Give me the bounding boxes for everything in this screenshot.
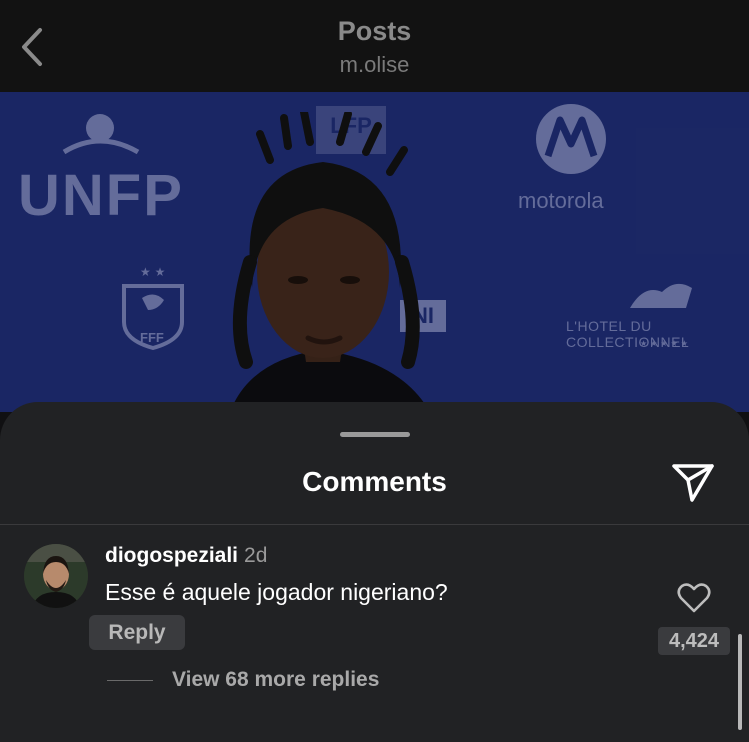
photo-dim-overlay (0, 92, 749, 412)
comments-sheet: Comments diogospeziali 2d Esse é aquele j… (0, 402, 749, 742)
page-subtitle-username[interactable]: m.olise (0, 52, 749, 78)
like-count: 4,424 (658, 627, 730, 655)
comment-username[interactable]: diogospeziali (105, 544, 238, 567)
top-bar: Posts m.olise (0, 0, 749, 92)
avatar-photo (24, 544, 88, 608)
header-divider (0, 524, 749, 525)
share-send-icon[interactable] (670, 460, 716, 504)
comment-timestamp: 2d (244, 544, 268, 567)
comment-author[interactable]: diogospeziali 2d (105, 544, 267, 568)
view-more-replies-link[interactable]: View 68 more replies (172, 668, 379, 692)
heart-like-icon[interactable] (677, 582, 711, 614)
avatar[interactable] (24, 544, 88, 608)
page-title: Posts (337, 16, 412, 46)
comment-text: Esse é aquele jogador nigeriano? (105, 579, 448, 605)
scrollbar[interactable] (738, 634, 742, 730)
reply-button[interactable]: Reply (89, 615, 185, 650)
comments-title: Comments (302, 466, 447, 497)
replies-divider-line (107, 680, 153, 681)
sheet-drag-handle[interactable] (340, 432, 410, 437)
post-photo[interactable]: UNFP motorola L'HOTEL DU COLLECTIONNEL ★… (0, 92, 749, 412)
